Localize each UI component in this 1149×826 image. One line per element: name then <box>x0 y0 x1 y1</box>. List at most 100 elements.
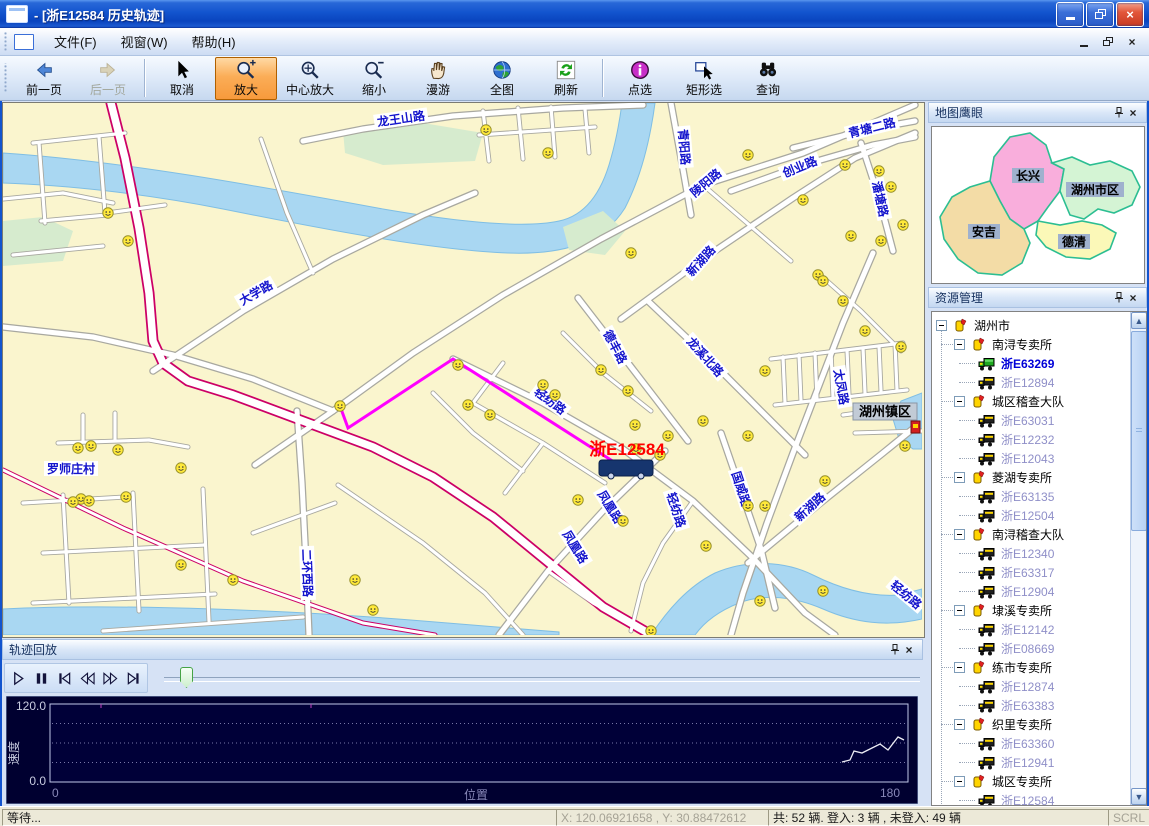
tree-vehicle-plate[interactable]: 浙E12904 <box>1001 583 1054 600</box>
tree-expander-icon[interactable] <box>954 605 965 616</box>
mdi-restore-button[interactable] <box>1101 35 1115 48</box>
vehicle-marker-icon[interactable] <box>103 208 113 218</box>
vehicle-marker-icon[interactable] <box>840 160 850 170</box>
map-canvas[interactable]: 龙王山路青阳路青塘二路创业路潘塘路陵阳路新湖路大学路德丰路龙溪北路太凤路轻纺路轻… <box>3 103 922 635</box>
mdi-minimize-button[interactable] <box>1077 35 1091 48</box>
tree-expander-icon[interactable] <box>954 662 965 673</box>
vehicle-marker-icon[interactable] <box>368 605 378 615</box>
tree-vehicle-plate[interactable]: 浙E63360 <box>1001 735 1054 752</box>
vehicle-marker-icon[interactable] <box>176 463 186 473</box>
scroll-up-icon[interactable]: ▲ <box>1131 312 1147 329</box>
vehicle-marker-icon[interactable] <box>701 541 711 551</box>
vehicle-marker-icon[interactable] <box>618 516 628 526</box>
close-icon[interactable]: × <box>902 643 916 657</box>
tree-vehicle-plate[interactable]: 浙E12894 <box>1001 374 1054 391</box>
window-icon[interactable] <box>6 5 28 23</box>
tree-vehicle-plate[interactable]: 浙E12584 <box>1001 792 1054 806</box>
toolbar-button-zoom-out[interactable]: 缩小 <box>343 57 405 100</box>
tree-group-label[interactable]: 南浔专卖所 <box>992 336 1052 353</box>
vehicle-marker-icon[interactable] <box>846 231 856 241</box>
toolbar-button-arrow-left[interactable]: 前一页 <box>13 57 75 100</box>
vehicle-marker-icon[interactable] <box>760 366 770 376</box>
tree-vehicle-plate[interactable]: 浙E12142 <box>1001 621 1054 638</box>
vehicle-marker-icon[interactable] <box>123 236 133 246</box>
playback-skip-end-button[interactable] <box>122 666 145 690</box>
vehicle-marker-icon[interactable] <box>818 276 828 286</box>
tree-expander-icon[interactable] <box>954 719 965 730</box>
vehicle-marker-icon[interactable] <box>463 400 473 410</box>
vehicle-marker-icon[interactable] <box>838 296 848 306</box>
tree-group-label[interactable]: 城区稽查大队 <box>992 393 1064 410</box>
close-icon[interactable]: × <box>1126 106 1140 120</box>
tree-vehicle-plate[interactable]: 浙E63383 <box>1001 697 1054 714</box>
tree-expander-icon[interactable] <box>954 776 965 787</box>
tree-expander-icon[interactable] <box>936 320 947 331</box>
vehicle-marker-icon[interactable] <box>485 410 495 420</box>
tree-group-label[interactable]: 埭溪专卖所 <box>992 602 1052 619</box>
vehicle-marker-icon[interactable] <box>860 326 870 336</box>
tree-root-label[interactable]: 湖州市 <box>974 317 1010 334</box>
vehicle-marker-icon[interactable] <box>596 365 606 375</box>
vehicle-marker-icon[interactable] <box>743 150 753 160</box>
vehicle-marker-icon[interactable] <box>630 420 640 430</box>
tree-vehicle-plate[interactable]: 浙E63317 <box>1001 564 1054 581</box>
toolbar-button-info-select[interactable]: 点选 <box>609 57 671 100</box>
playback-slider[interactable] <box>164 677 920 682</box>
toolbar-button-zoom-in[interactable]: 放大 <box>215 57 277 100</box>
tree-scrollbar[interactable]: ▲ ▼ <box>1130 312 1147 805</box>
vehicle-marker-icon[interactable] <box>743 501 753 511</box>
toolbar-button-arrow-right[interactable]: 后一页 <box>77 57 139 100</box>
vehicle-marker-icon[interactable] <box>68 497 78 507</box>
toolbar-button-rect-select[interactable]: 矩形选 <box>673 57 735 100</box>
vehicle-marker-icon[interactable] <box>573 495 583 505</box>
vehicle-marker-icon[interactable] <box>698 416 708 426</box>
vehicle-marker-icon[interactable] <box>113 445 123 455</box>
tree-vehicle-plate[interactable]: 浙E63031 <box>1001 412 1054 429</box>
toolbar-grip[interactable] <box>3 63 8 94</box>
vehicle-marker-icon[interactable] <box>755 596 765 606</box>
mdi-child-icon[interactable] <box>14 34 34 50</box>
menu-help[interactable]: 帮助(H) <box>180 28 248 55</box>
vehicle-marker-icon[interactable] <box>84 496 94 506</box>
playback-skip-start-button[interactable] <box>53 666 76 690</box>
vehicle-marker-icon[interactable] <box>798 195 808 205</box>
tree-vehicle-plate[interactable]: 浙E12941 <box>1001 754 1054 771</box>
tree-vehicle-plate[interactable]: 浙E12340 <box>1001 545 1054 562</box>
vehicle-marker-icon[interactable] <box>646 626 656 635</box>
vehicle-marker-icon[interactable] <box>228 575 238 585</box>
tree-vehicle-plate[interactable]: 浙E63269 <box>1001 355 1054 372</box>
tree-group-label[interactable]: 城区专卖所 <box>992 773 1052 790</box>
toolbar-button-zoom-center[interactable]: 中心放大 <box>279 57 341 100</box>
tree-group-label[interactable]: 菱湖专卖所 <box>992 469 1052 486</box>
map-viewport[interactable]: 龙王山路青阳路青塘二路创业路潘塘路陵阳路新湖路大学路德丰路龙溪北路太凤路轻纺路轻… <box>2 102 925 638</box>
vehicle-marker-icon[interactable] <box>898 220 908 230</box>
vehicle-marker-icon[interactable] <box>896 342 906 352</box>
minimize-button[interactable] <box>1056 2 1084 27</box>
vehicle-marker-icon[interactable] <box>623 386 633 396</box>
playback-rewind-button[interactable] <box>76 666 99 690</box>
scroll-down-icon[interactable]: ▼ <box>1131 788 1147 805</box>
tree-expander-icon[interactable] <box>954 339 965 350</box>
vehicle-marker-icon[interactable] <box>874 166 884 176</box>
pin-icon[interactable] <box>1112 106 1126 120</box>
menu-window[interactable]: 视窗(W) <box>109 28 180 55</box>
menu-file[interactable]: 文件(F) <box>42 28 109 55</box>
toolbar-button-globe[interactable]: 全图 <box>471 57 533 100</box>
tree-group-label[interactable]: 练市专卖所 <box>992 659 1052 676</box>
tree-vehicle-plate[interactable]: 浙E12043 <box>1001 450 1054 467</box>
vehicle-marker-icon[interactable] <box>538 380 548 390</box>
overview-map[interactable]: 长兴 湖州市区 安吉 德清 <box>931 126 1145 284</box>
vehicle-marker-icon[interactable] <box>900 441 910 451</box>
vehicle-marker-icon[interactable] <box>86 441 96 451</box>
tree-group-label[interactable]: 织里专卖所 <box>992 716 1052 733</box>
close-icon[interactable]: × <box>1126 291 1140 305</box>
tree-expander-icon[interactable] <box>954 529 965 540</box>
toolbar-button-cursor[interactable]: 取消 <box>151 57 213 100</box>
vehicle-marker-icon[interactable] <box>743 431 753 441</box>
toolbar-button-hand[interactable]: 漫游 <box>407 57 469 100</box>
toolbar-button-refresh[interactable]: 刷新 <box>535 57 597 100</box>
close-button[interactable]: × <box>1116 2 1144 27</box>
toolbar-button-binoculars[interactable]: 查询 <box>737 57 799 100</box>
tree-vehicle-plate[interactable]: 浙E12232 <box>1001 431 1054 448</box>
vehicle-marker-icon[interactable] <box>820 476 830 486</box>
